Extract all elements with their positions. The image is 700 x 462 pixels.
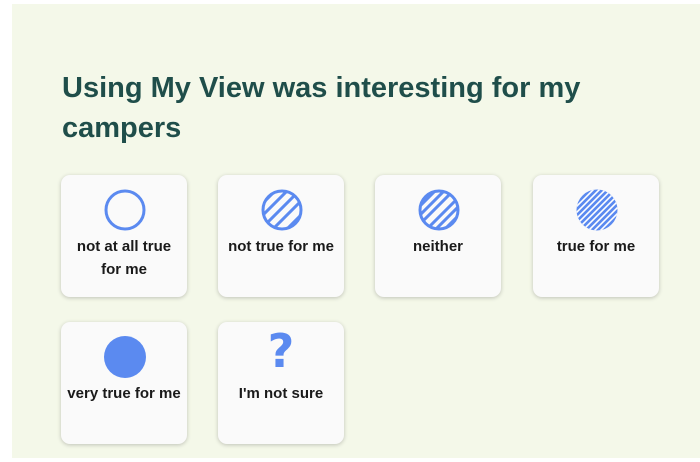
filled-circle-icon [103, 335, 147, 379]
question-mark-icon: ? [267, 324, 295, 378]
survey-panel: Using My View was interesting for my cam… [12, 4, 700, 458]
option-label: not true for me [228, 238, 334, 255]
option-not-sure[interactable]: ? I'm not sure [218, 322, 344, 444]
option-neither[interactable]: neither [375, 175, 501, 297]
option-label: very true for me [67, 385, 181, 402]
option-label: not at all true for me [76, 238, 172, 278]
hatched-circle-icon [417, 188, 461, 232]
option-label: neither [412, 238, 463, 255]
option-label: true for me [556, 238, 636, 255]
empty-circle-icon [103, 188, 147, 232]
sparse-hatched-circle-icon [260, 188, 304, 232]
option-not-at-all-true[interactable]: not at all true for me [61, 175, 187, 297]
answer-options: not at all true for me not true for me n… [61, 175, 661, 445]
option-label: I'm not sure [238, 385, 324, 402]
option-not-true[interactable]: not true for me [218, 175, 344, 297]
dense-hatched-circle-icon [575, 188, 619, 232]
option-very-true-for-me[interactable]: very true for me [61, 322, 187, 444]
option-true-for-me[interactable]: true for me [533, 175, 659, 297]
question-title: Using My View was interesting for my cam… [62, 72, 581, 144]
